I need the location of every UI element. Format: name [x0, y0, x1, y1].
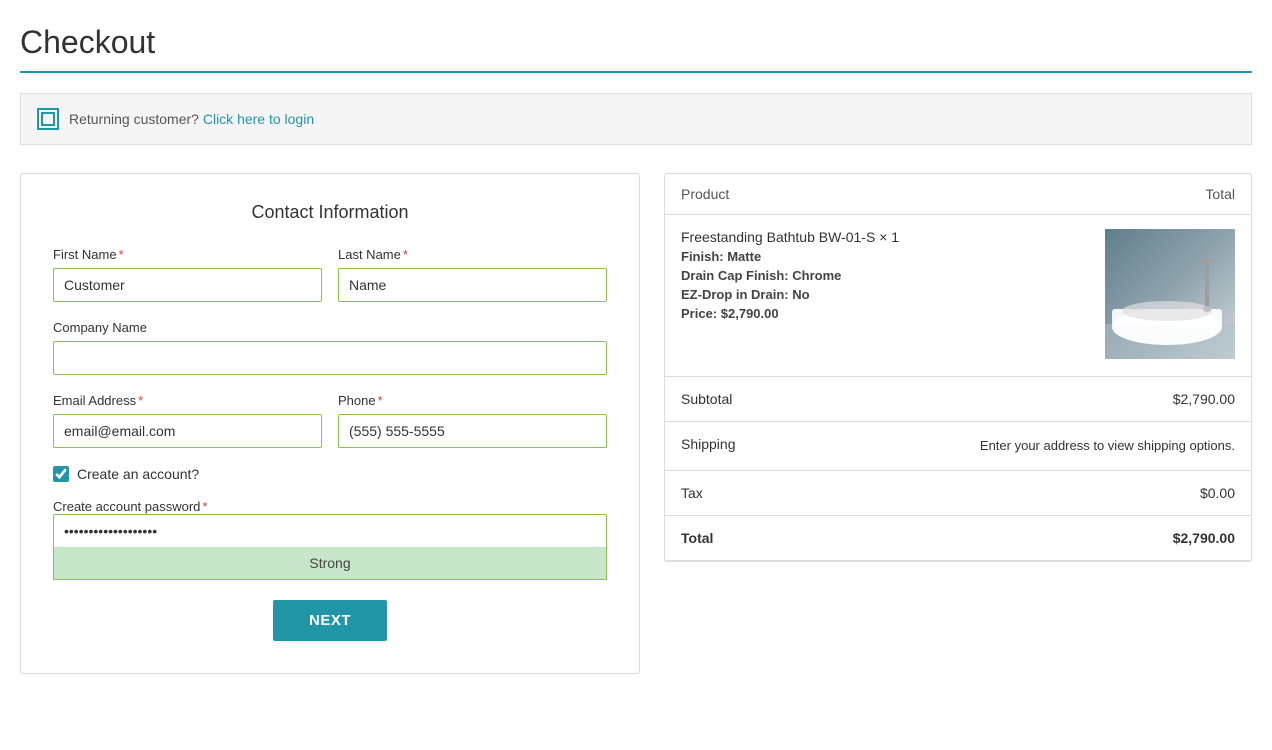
email-group: Email Address* [53, 393, 322, 448]
password-required: * [202, 499, 207, 514]
product-price: Price: $2,790.00 [681, 306, 922, 321]
total-label: Total [665, 515, 938, 560]
last-name-input[interactable] [338, 268, 607, 302]
company-name-group: Company Name [53, 320, 607, 375]
password-strength-indicator: Strong [53, 547, 607, 580]
login-link[interactable]: Click here to login [203, 111, 314, 127]
contact-panel: Contact Information First Name* Last Nam… [20, 173, 640, 674]
password-input-wrapper: Strong [53, 514, 607, 580]
returning-customer-bar: Returning customer? Click here to login [20, 93, 1252, 145]
page-wrapper: Checkout Returning customer? Click here … [0, 0, 1272, 698]
shipping-label: Shipping [665, 422, 938, 471]
returning-customer-text: Returning customer? Click here to login [69, 111, 314, 127]
phone-group: Phone* [338, 393, 607, 448]
password-group: Create account password* Strong [53, 498, 607, 580]
product-drain-cap: Drain Cap Finish: Chrome [681, 268, 922, 283]
name-row: First Name* Last Name* [53, 247, 607, 302]
next-button[interactable]: NEXT [273, 600, 387, 641]
product-details-cell: Freestanding Bathtub BW-01-S × 1 Finish:… [665, 215, 938, 377]
order-table: Product Total Freestanding Bathtub BW-01… [665, 174, 1251, 561]
product-image [1105, 229, 1235, 359]
password-label: Create account password* [53, 499, 207, 514]
first-name-input[interactable] [53, 268, 322, 302]
create-account-label[interactable]: Create an account? [77, 466, 199, 482]
tax-row: Tax $0.00 [665, 470, 1251, 515]
next-button-row: NEXT [53, 600, 607, 641]
first-name-required: * [119, 247, 124, 262]
page-title: Checkout [20, 24, 1252, 61]
order-table-header-row: Product Total [665, 174, 1251, 215]
shipping-text: Enter your address to view shipping opti… [938, 422, 1251, 471]
contact-row: Email Address* Phone* [53, 393, 607, 448]
product-col-header: Product [665, 174, 938, 215]
product-name: Freestanding Bathtub BW-01-S × 1 [681, 229, 922, 245]
shipping-row: Shipping Enter your address to view ship… [665, 422, 1251, 471]
first-name-label: First Name* [53, 247, 322, 262]
create-account-row: Create an account? [53, 466, 607, 482]
phone-input[interactable] [338, 414, 607, 448]
subtotal-row: Subtotal $2,790.00 [665, 377, 1251, 422]
title-divider [20, 71, 1252, 73]
company-name-label: Company Name [53, 320, 607, 335]
subtotal-label: Subtotal [665, 377, 938, 422]
email-required: * [138, 393, 143, 408]
email-input[interactable] [53, 414, 322, 448]
contact-panel-title: Contact Information [53, 202, 607, 223]
create-account-checkbox[interactable] [53, 466, 69, 482]
password-input[interactable] [53, 514, 607, 547]
login-icon [37, 108, 59, 130]
last-name-required: * [403, 247, 408, 262]
company-row: Company Name [53, 320, 607, 375]
first-name-group: First Name* [53, 247, 322, 302]
product-ez-drop: EZ-Drop in Drain: No [681, 287, 922, 302]
phone-required: * [378, 393, 383, 408]
order-panel: Product Total Freestanding Bathtub BW-01… [664, 173, 1252, 562]
product-finish: Finish: Matte [681, 249, 922, 264]
main-layout: Contact Information First Name* Last Nam… [20, 173, 1252, 674]
product-image-cell [938, 215, 1251, 377]
product-row: Freestanding Bathtub BW-01-S × 1 Finish:… [665, 215, 1251, 377]
phone-label: Phone* [338, 393, 607, 408]
product-cell: Freestanding Bathtub BW-01-S × 1 Finish:… [681, 229, 922, 321]
total-row: Total $2,790.00 [665, 515, 1251, 560]
email-label: Email Address* [53, 393, 322, 408]
last-name-label: Last Name* [338, 247, 607, 262]
subtotal-value: $2,790.00 [938, 377, 1251, 422]
tax-label: Tax [665, 470, 938, 515]
tax-value: $0.00 [938, 470, 1251, 515]
company-name-input[interactable] [53, 341, 607, 375]
total-col-header: Total [938, 174, 1251, 215]
last-name-group: Last Name* [338, 247, 607, 302]
total-value: $2,790.00 [938, 515, 1251, 560]
